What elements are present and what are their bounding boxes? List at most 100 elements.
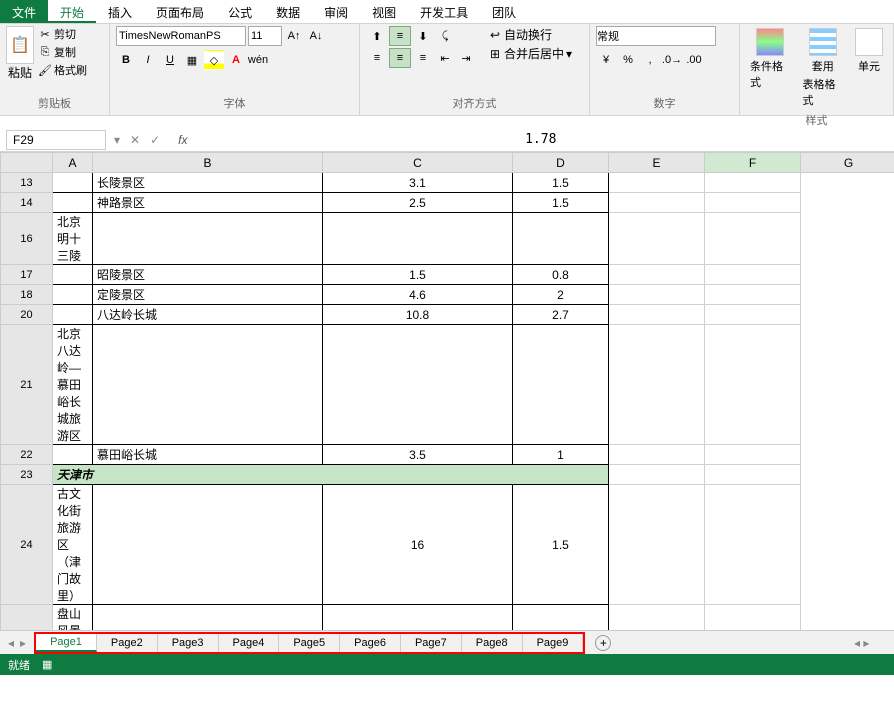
menu-tab-插入[interactable]: 插入 [96, 0, 144, 23]
cell-G24[interactable] [609, 485, 705, 605]
menu-tab-视图[interactable]: 视图 [360, 0, 408, 23]
increase-font-button[interactable]: A↑ [284, 26, 304, 46]
cell-F17[interactable]: 0.8 [513, 265, 609, 285]
col-header-F[interactable]: F [705, 153, 801, 173]
currency-button[interactable]: ¥ [596, 50, 616, 70]
phonetic-button[interactable]: wén [248, 50, 268, 70]
select-all-corner[interactable] [1, 153, 53, 173]
cell-E20[interactable]: 10.8 [323, 305, 513, 325]
indent-dec-button[interactable]: ⇤ [435, 48, 455, 68]
cell-E21[interactable] [323, 325, 513, 445]
cell-D17[interactable]: 昭陵景区 [93, 265, 323, 285]
cell-E18[interactable]: 4.6 [323, 285, 513, 305]
col-header-A[interactable]: A [53, 153, 93, 173]
menu-tab-开始[interactable]: 开始 [48, 0, 96, 23]
cell-H23[interactable] [705, 465, 801, 485]
number-format-select[interactable] [596, 26, 716, 46]
fill-color-button[interactable]: ◇ [204, 50, 224, 70]
menu-file[interactable]: 文件 [0, 0, 48, 23]
menu-tab-开发工具[interactable]: 开发工具 [408, 0, 480, 23]
row-header[interactable]: 22 [1, 445, 53, 465]
cell-D14[interactable]: 神路景区 [93, 193, 323, 213]
cell-C14[interactable] [53, 193, 93, 213]
cell-G14[interactable] [609, 193, 705, 213]
cell-C18[interactable] [53, 285, 93, 305]
cell-F25[interactable]: 3.24 [513, 605, 609, 631]
align-center-button[interactable]: ≡ [389, 48, 411, 68]
spreadsheet-grid[interactable]: ABCDEFGH13长陵景区3.11.514神路景区2.51.516北京明十三陵… [0, 152, 894, 630]
orientation-button[interactable]: ⤹ [435, 26, 455, 46]
align-right-button[interactable]: ≡ [412, 48, 434, 68]
cell-D21[interactable] [93, 325, 323, 445]
cell-F21[interactable] [513, 325, 609, 445]
cell-H22[interactable] [705, 445, 801, 465]
col-header-D[interactable]: D [513, 153, 609, 173]
dropdown-icon[interactable]: ▾ [114, 133, 120, 147]
cell-E16[interactable] [323, 213, 513, 265]
decrease-font-button[interactable]: A↓ [306, 26, 326, 46]
paste-icon[interactable]: 📋 [6, 26, 34, 64]
cell-F14[interactable]: 1.5 [513, 193, 609, 213]
font-size-select[interactable] [248, 26, 282, 46]
confirm-icon[interactable]: ✓ [150, 133, 160, 147]
cell-E17[interactable]: 1.5 [323, 265, 513, 285]
row-header[interactable]: 20 [1, 305, 53, 325]
menu-tab-审阅[interactable]: 审阅 [312, 0, 360, 23]
comma-button[interactable]: , [640, 50, 660, 70]
increase-decimal-button[interactable]: .0→ [662, 50, 682, 70]
format-painter-button[interactable]: 🖌格式刷 [38, 62, 87, 78]
align-bottom-button[interactable]: ⬇ [412, 26, 434, 46]
cell-C16[interactable]: 北京明十三陵 [53, 213, 93, 265]
decrease-decimal-button[interactable]: .00 [684, 50, 704, 70]
tab-nav-first-icon[interactable]: ◂ [8, 636, 14, 650]
cell-F24[interactable]: 1.5 [513, 485, 609, 605]
cell-C25[interactable]: 盘山风景名胜区 [53, 605, 93, 631]
border-button[interactable]: ▦ [182, 50, 202, 70]
sheet-tab-Page9[interactable]: Page9 [523, 634, 584, 652]
cell-C20[interactable] [53, 305, 93, 325]
row-header[interactable]: 24 [1, 485, 53, 605]
percent-button[interactable]: % [618, 50, 638, 70]
sheet-tab-Page1[interactable]: Page1 [36, 634, 97, 652]
fx-icon[interactable]: fx [178, 133, 187, 147]
row-header[interactable]: 16 [1, 213, 53, 265]
cell-D13[interactable]: 长陵景区 [93, 173, 323, 193]
table-format-button[interactable]: 套用 表格格式 [799, 26, 848, 110]
font-color-button[interactable]: A [226, 50, 246, 70]
col-header-G[interactable]: G [801, 153, 894, 173]
row-header[interactable]: 25 [1, 605, 53, 631]
cell-D20[interactable]: 八达岭长城 [93, 305, 323, 325]
italic-button[interactable]: I [138, 50, 158, 70]
tab-nav-last-icon[interactable]: ▸ [20, 636, 26, 650]
menu-tab-页面布局[interactable]: 页面布局 [144, 0, 216, 23]
cell-H18[interactable] [705, 285, 801, 305]
font-name-select[interactable] [116, 26, 246, 46]
sheet-tab-Page8[interactable]: Page8 [462, 634, 523, 652]
align-top-button[interactable]: ⬆ [366, 26, 388, 46]
cell-F16[interactable] [513, 213, 609, 265]
cell-styles-button[interactable]: 单元 [851, 26, 887, 76]
cell-G23[interactable] [609, 465, 705, 485]
cell-E22[interactable]: 3.5 [323, 445, 513, 465]
col-header-E[interactable]: E [609, 153, 705, 173]
bold-button[interactable]: B [116, 50, 136, 70]
cell-H21[interactable] [705, 325, 801, 445]
cell-D24[interactable] [93, 485, 323, 605]
cell-D16[interactable] [93, 213, 323, 265]
sheet-tab-Page7[interactable]: Page7 [401, 634, 462, 652]
cell-G16[interactable] [609, 213, 705, 265]
sheet-tab-Page2[interactable]: Page2 [97, 634, 158, 652]
cancel-icon[interactable]: ✕ [130, 133, 140, 147]
menu-tab-数据[interactable]: 数据 [264, 0, 312, 23]
row-header[interactable]: 17 [1, 265, 53, 285]
row-header[interactable]: 21 [1, 325, 53, 445]
sheet-tab-Page4[interactable]: Page4 [219, 634, 280, 652]
cell-C23[interactable]: 天津市 [53, 465, 609, 485]
formula-input[interactable] [188, 130, 894, 149]
sheet-tab-Page6[interactable]: Page6 [340, 634, 401, 652]
cell-G25[interactable] [609, 605, 705, 631]
cell-F20[interactable]: 2.7 [513, 305, 609, 325]
macro-icon[interactable]: ▦ [42, 658, 52, 671]
wrap-text-button[interactable]: ↩自动换行 [488, 26, 572, 43]
row-header[interactable]: 23 [1, 465, 53, 485]
